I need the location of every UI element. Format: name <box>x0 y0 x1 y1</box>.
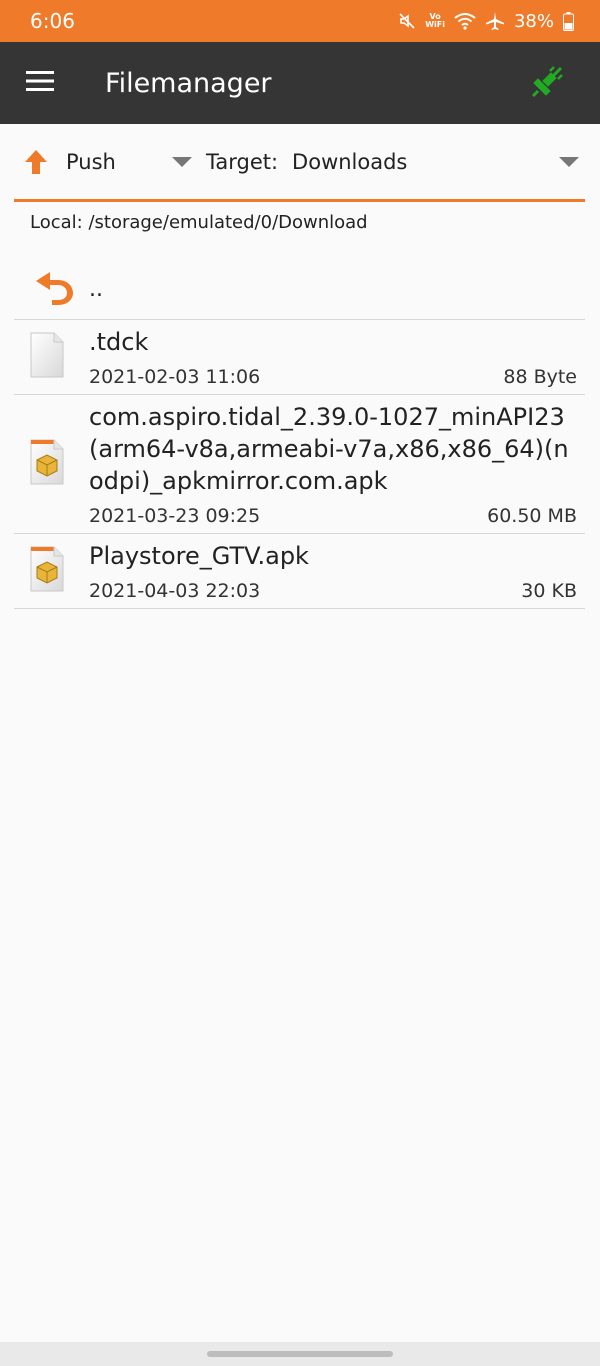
file-name: Playstore_GTV.apk <box>89 542 309 570</box>
back-arrow-icon <box>14 266 89 306</box>
file-icon <box>28 331 66 383</box>
file-date: 2021-04-03 22:03 <box>89 580 261 602</box>
battery-icon <box>563 11 574 31</box>
target-selector[interactable]: Downloads <box>292 150 559 174</box>
apk-package-icon <box>28 438 66 490</box>
plug-connected-icon <box>531 64 565 102</box>
target-label: Target: <box>206 149 279 174</box>
vowifi-icon: Vo WiFi <box>425 13 445 29</box>
parent-directory-row[interactable]: .. <box>14 252 585 320</box>
transfer-bar: Push Target: Downloads <box>14 124 585 202</box>
file-name: .tdck <box>89 328 149 356</box>
status-bar: 6:06 Vo WiFi 38% <box>0 0 600 42</box>
connect-button[interactable] <box>518 53 578 113</box>
wifi-icon <box>454 12 476 30</box>
local-path: Local: /storage/emulated/0/Download <box>30 212 368 233</box>
vowifi-bottom: WiFi <box>425 20 445 29</box>
file-size: 30 KB <box>521 580 577 602</box>
home-gesture-handle[interactable] <box>207 1351 393 1357</box>
file-meta: 2021-04-03 22:03 30 KB <box>89 578 577 604</box>
file-row[interactable]: Playstore_GTV.apk 2021-04-03 22:03 30 KB <box>14 534 585 609</box>
file-row[interactable]: .tdck 2021-02-03 11:06 88 Byte <box>14 320 585 395</box>
file-meta: 2021-03-23 09:25 60.50 MB <box>89 503 577 529</box>
parent-directory-label: .. <box>89 277 103 302</box>
apk-package-icon <box>28 545 66 597</box>
file-row[interactable]: com.aspiro.tidal_2.39.0-1027_minAPI23(ar… <box>14 395 585 534</box>
arrow-up-icon <box>24 149 54 175</box>
navigation-bar <box>0 1342 600 1366</box>
mute-icon <box>398 12 416 30</box>
direction-selector[interactable]: Push <box>14 124 192 199</box>
airplane-icon <box>485 11 505 31</box>
file-date: 2021-03-23 09:25 <box>89 505 261 527</box>
direction-label: Push <box>66 149 116 174</box>
status-icons: Vo WiFi 38% <box>398 11 574 32</box>
target-dropdown-icon[interactable] <box>559 156 579 167</box>
file-list: .tdck 2021-02-03 11:06 88 Byte com.aspir… <box>14 320 585 609</box>
menu-button[interactable] <box>0 42 80 124</box>
chevron-down-icon <box>172 156 192 167</box>
file-meta: 2021-02-03 11:06 88 Byte <box>89 364 577 390</box>
file-date: 2021-02-03 11:06 <box>89 366 261 388</box>
battery-percent: 38% <box>513 10 554 32</box>
app-bar: Filemanager <box>0 42 600 124</box>
app-title: Filemanager <box>105 67 272 99</box>
file-size: 60.50 MB <box>487 505 577 527</box>
file-size: 88 Byte <box>503 366 577 388</box>
hamburger-icon <box>26 70 54 96</box>
file-name: com.aspiro.tidal_2.39.0-1027_minAPI23(ar… <box>89 403 569 495</box>
status-time: 6:06 <box>30 9 75 33</box>
